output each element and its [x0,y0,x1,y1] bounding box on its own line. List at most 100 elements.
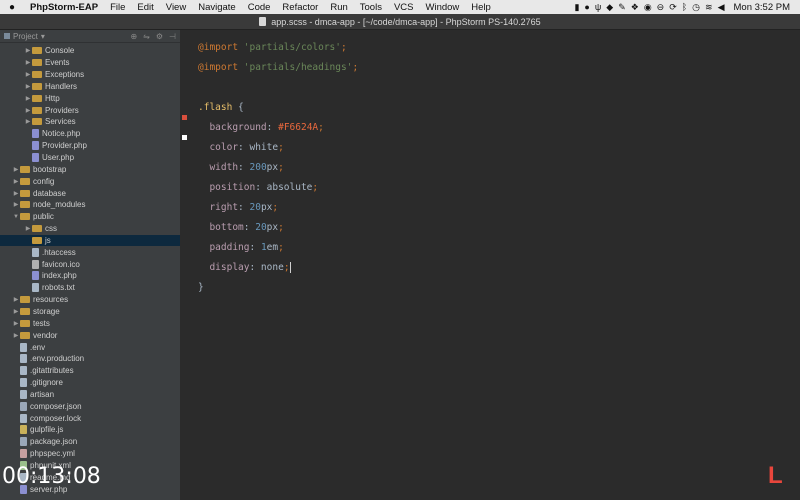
tree-item[interactable]: User.php [0,152,180,164]
target-icon[interactable]: ⊕ [130,32,137,41]
collapsed-arrow-icon[interactable]: ▶ [12,190,20,197]
menu-navigate[interactable]: Navigate [192,2,242,13]
tree-item[interactable]: ▼ public [0,211,180,223]
expanded-arrow-icon[interactable]: ▼ [12,214,20,220]
tree-item[interactable]: phpspec.yml [0,448,180,460]
folder-icon [20,307,30,315]
menu-help[interactable]: Help [465,2,497,13]
collapsed-arrow-icon[interactable]: ▶ [12,320,20,327]
tree-item-label: Console [45,46,75,56]
gear-icon[interactable]: ⚙ [156,32,163,41]
code-token: px [266,162,279,173]
code-token: : [238,162,250,173]
record-icon[interactable]: ◉ [644,2,652,13]
volume-icon[interactable]: ◀ [718,2,725,13]
tree-item-label: database [33,188,66,198]
collapsed-arrow-icon[interactable]: ▶ [24,225,32,232]
project-view-label[interactable]: Project [13,32,38,41]
collapsed-arrow-icon[interactable]: ▶ [24,83,32,90]
tree-item[interactable]: ▶ resources [0,294,180,306]
collapsed-arrow-icon[interactable]: ▶ [24,59,32,66]
bluetooth-b-icon[interactable]: ᛒ [682,2,687,12]
hide-icon[interactable]: ⊣ [169,32,176,41]
color-swatch-marker-white[interactable] [182,135,187,140]
menu-tools[interactable]: Tools [354,2,388,13]
timemachine-icon[interactable]: ◷ [692,2,700,13]
menu-window[interactable]: Window [420,2,466,13]
tree-item[interactable]: composer.lock [0,412,180,424]
tree-item[interactable]: ▶ node_modules [0,199,180,211]
tree-item[interactable]: ▶ Console [0,45,180,57]
wrench-icon[interactable]: ✎ [618,2,626,13]
stop-icon[interactable]: ⊖ [657,2,665,13]
menu-run[interactable]: Run [324,2,353,13]
code-line: color: white; [198,142,283,153]
file-icon [20,342,27,352]
tree-item[interactable]: ▶ css [0,223,180,235]
tree-item[interactable]: ▶ database [0,187,180,199]
tree-item[interactable]: ▶ Services [0,116,180,128]
wifi-icon[interactable]: ≋ [705,2,713,13]
menu-file[interactable]: File [104,2,131,13]
tree-item-label: Notice.php [42,129,81,139]
tree-item[interactable]: js [0,234,180,247]
tree-item[interactable]: Notice.php [0,128,180,140]
collapsed-arrow-icon[interactable]: ▶ [24,71,32,78]
tree-item[interactable]: robots.txt [0,282,180,294]
code-editor[interactable]: @import 'partials/colors'; @import 'parti… [192,30,800,500]
collapsed-arrow-icon[interactable]: ▶ [24,47,32,54]
collapsed-arrow-icon[interactable]: ▶ [12,296,20,303]
collapsed-arrow-icon[interactable]: ▶ [12,166,20,173]
menu-vcs[interactable]: VCS [388,2,420,13]
menu-refactor[interactable]: Refactor [276,2,324,13]
menu-phpstorm-eap[interactable]: PhpStorm-EAP [24,2,104,13]
tree-item[interactable]: Provider.php [0,140,180,152]
collapsed-arrow-icon[interactable]: ▶ [24,95,32,102]
clipboard-icon[interactable]: ▮ [574,2,579,13]
sync-icon[interactable]: ⟳ [669,2,677,13]
menu-view[interactable]: View [160,2,192,13]
collapsed-arrow-icon[interactable]: ▶ [24,107,32,114]
dropbox-icon[interactable]: ❖ [631,2,639,13]
tree-item[interactable]: .htaccess [0,246,180,258]
chevron-down-icon[interactable]: ▾ [41,32,45,41]
collapse-icon[interactable]: ⇋ [143,32,150,41]
tree-item[interactable]: .gitignore [0,377,180,389]
tree-item[interactable]: .env.production [0,353,180,365]
collapsed-arrow-icon[interactable]: ▶ [12,178,20,185]
tree-item[interactable]: composer.json [0,400,180,412]
tree-item[interactable]: ▶ Events [0,57,180,69]
usb-icon[interactable]: ψ [595,2,601,12]
tree-item[interactable]: favicon.ico [0,258,180,270]
tree-item[interactable]: package.json [0,436,180,448]
tree-item[interactable]: ▶ config [0,175,180,187]
tree-item[interactable]: ▶ tests [0,317,180,329]
color-swatch-marker[interactable] [182,115,187,120]
tree-item[interactable]: .env [0,341,180,353]
tree-item[interactable]: ▶ bootstrap [0,163,180,175]
collapsed-arrow-icon[interactable]: ▶ [12,201,20,208]
code-token: @import [198,42,244,53]
menu-edit[interactable]: Edit [131,2,159,13]
tree-item[interactable]: gulpfile.js [0,424,180,436]
tree-item-label: User.php [42,153,75,163]
collapsed-arrow-icon[interactable]: ▶ [12,308,20,315]
bluetooth-icon[interactable]: ◆ [606,2,613,13]
collapsed-arrow-icon[interactable]: ▶ [12,332,20,339]
tree-item[interactable]: ▶ Providers [0,104,180,116]
tree-item[interactable]: ▶ storage [0,306,180,318]
tree-item[interactable]: .gitattributes [0,365,180,377]
tree-item[interactable]: ▶ vendor [0,329,180,341]
menubar-clock[interactable]: Mon 3:52 PM [730,2,795,13]
tree-item[interactable]: ▶ Exceptions [0,69,180,81]
apple-logo-icon[interactable]: ● [0,2,24,13]
code-token: px [266,222,279,233]
circle-icon[interactable]: ● [584,2,589,12]
menu-code[interactable]: Code [242,2,277,13]
tree-item[interactable]: ▶ Http [0,92,180,104]
tree-item[interactable]: artisan [0,388,180,400]
tree-item[interactable]: ▶ Handlers [0,81,180,93]
tree-item-label: .gitignore [30,378,63,388]
tree-item[interactable]: index.php [0,270,180,282]
collapsed-arrow-icon[interactable]: ▶ [24,118,32,125]
